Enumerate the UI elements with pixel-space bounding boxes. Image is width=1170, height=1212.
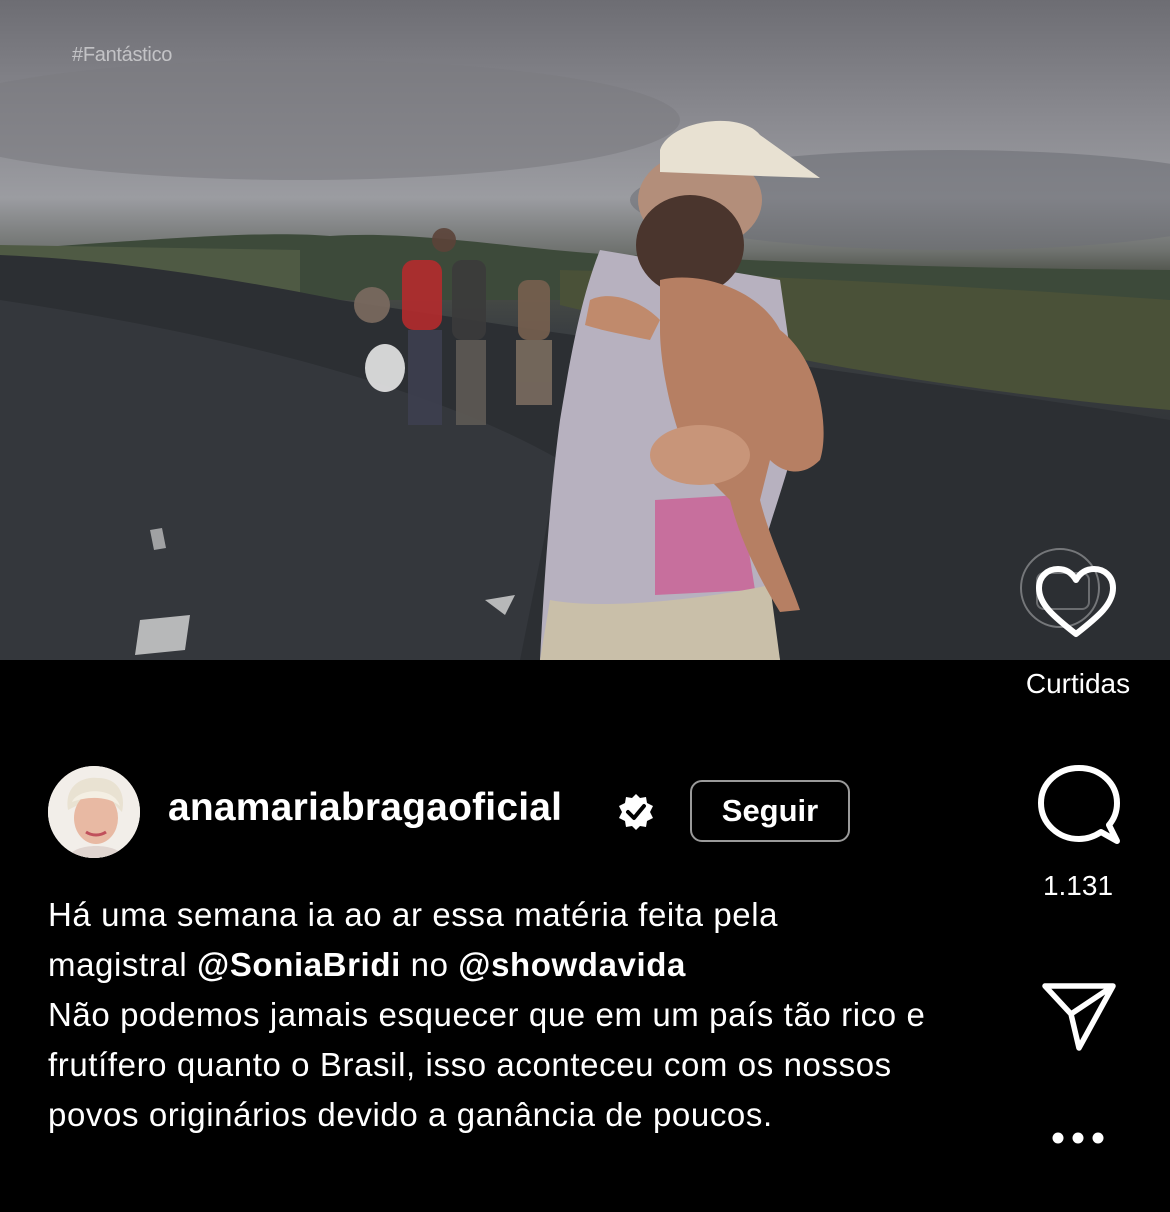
- author-username[interactable]: anamariabragaoficial: [168, 786, 562, 830]
- comment-icon: [1038, 765, 1120, 844]
- mention-soniabridi[interactable]: @SoniaBridi: [197, 946, 401, 983]
- comment-button[interactable]: [1036, 762, 1122, 848]
- likes-label[interactable]: Curtidas: [1000, 668, 1156, 700]
- mention-showdavida[interactable]: @showdavida: [458, 946, 686, 983]
- post-caption: Há uma semana ia ao ar essa matéria feit…: [48, 890, 988, 1140]
- more-icon: [1052, 1132, 1104, 1144]
- more-options-button[interactable]: [1046, 1118, 1110, 1158]
- media-photo: [0, 60, 1170, 660]
- caption-line-1: Há uma semana ia ao ar essa matéria feit…: [48, 896, 779, 933]
- caption-paragraph-1: Há uma semana ia ao ar essa matéria feit…: [48, 890, 988, 990]
- comments-count[interactable]: 1.131: [1010, 870, 1146, 902]
- heart-icon: [1036, 566, 1116, 637]
- media-watermark: #Fantástico: [72, 44, 173, 66]
- author-avatar[interactable]: [48, 766, 140, 858]
- avatar-image: [48, 766, 140, 858]
- caption-line-2-prefix: magistral: [48, 946, 198, 983]
- caption-line-2-mid: no: [400, 946, 459, 983]
- caption-paragraph-2: Não podemos jamais esquecer que em um pa…: [48, 996, 926, 1133]
- follow-button[interactable]: Seguir: [690, 780, 850, 842]
- share-button[interactable]: [1040, 978, 1118, 1054]
- verified-badge-icon: [619, 794, 653, 830]
- post-media[interactable]: #Fantástico: [0, 0, 1170, 660]
- send-icon: [1042, 983, 1116, 1051]
- like-button[interactable]: [1030, 562, 1122, 642]
